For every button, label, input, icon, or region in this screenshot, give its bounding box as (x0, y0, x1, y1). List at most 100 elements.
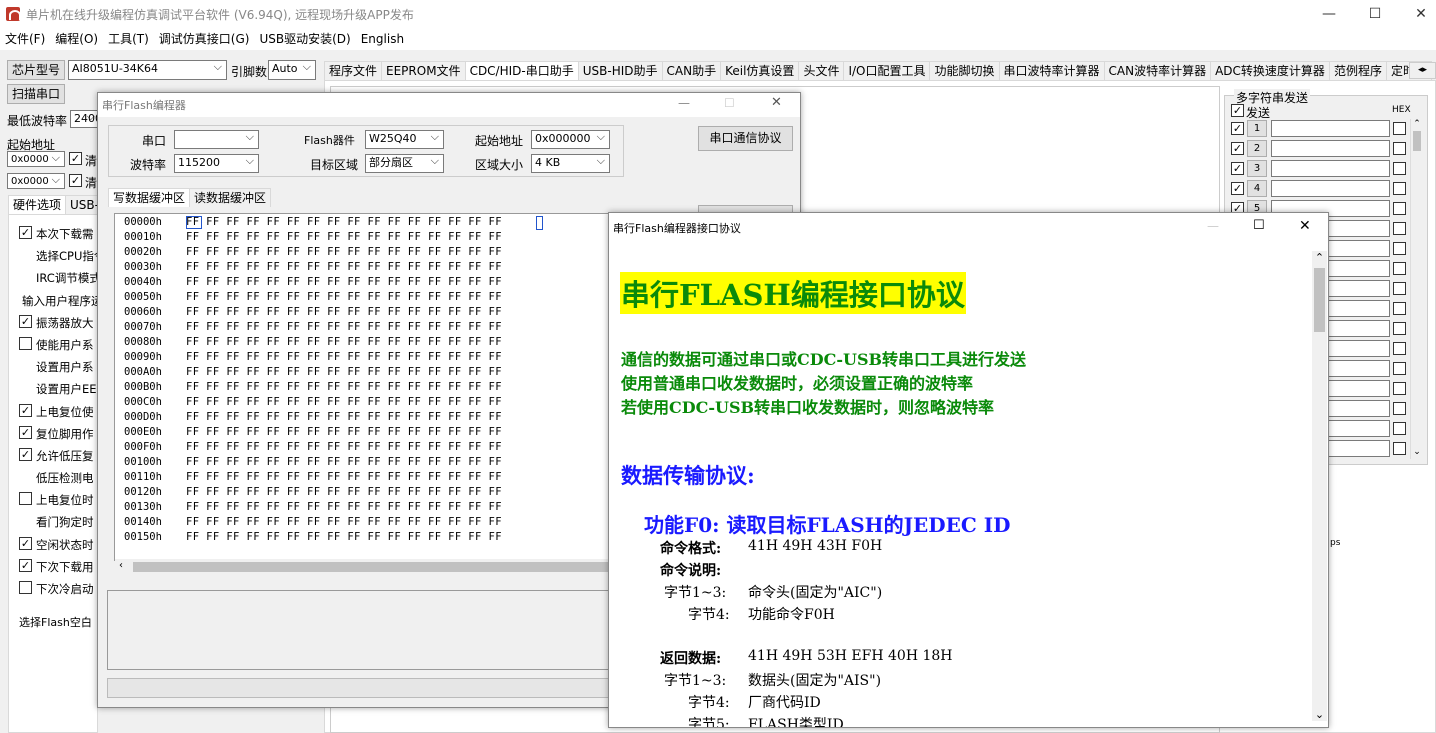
hex-bytes[interactable]: FF FF FF FF FF FF FF FF FF FF FF FF FF F… (186, 471, 502, 483)
hex-bytes[interactable]: FF FF FF FF FF FF FF FF FF FF FF FF FF F… (186, 246, 502, 258)
option-row[interactable]: 低压检测电 (18, 466, 98, 488)
send-row-hex-checkbox[interactable] (1393, 422, 1406, 435)
send-row-hex-checkbox[interactable] (1393, 362, 1406, 375)
option-checkbox[interactable]: ✓ (19, 403, 32, 417)
option-checkbox[interactable] (19, 336, 32, 350)
option-row[interactable]: ✓ 下次下载用 (18, 555, 98, 577)
target-area-select[interactable]: 部分扇区 (365, 154, 444, 173)
send-scrollbar[interactable]: ⌃ ⌄ (1410, 119, 1423, 459)
area-size-select[interactable]: 4 KB (531, 154, 610, 173)
option-row[interactable]: ✓ 本次下载需 (18, 222, 98, 244)
menu-program[interactable]: 编程(O) (50, 28, 103, 50)
send-row-hex-checkbox[interactable] (1393, 242, 1406, 255)
hex-bytes[interactable]: FF FF FF FF FF FF FF FF FF FF FF FF FF F… (186, 426, 502, 438)
option-row[interactable]: ✓ 上电复位使 (18, 400, 98, 422)
option-row[interactable]: 使能用户系 (18, 333, 98, 355)
send-row-hex-checkbox[interactable] (1393, 122, 1406, 135)
hex-bytes[interactable]: FF FF FF FF FF FF FF FF FF FF FF FF FF F… (186, 216, 502, 228)
option-row[interactable]: 下次冷启动 (18, 577, 98, 599)
tab-header[interactable]: 头文件 (798, 61, 845, 80)
tab-write-buffer[interactable]: 写数据缓冲区 (108, 188, 191, 207)
tab-eeprom-file[interactable]: EEPROM文件 (381, 61, 466, 80)
hex-bytes[interactable]: FF FF FF FF FF FF FF FF FF FF FF FF FF F… (186, 501, 502, 513)
send-all-checkbox[interactable]: ✓ (1231, 104, 1244, 117)
send-row-hex-checkbox[interactable] (1393, 282, 1406, 295)
hex-bytes[interactable]: FF FF FF FF FF FF FF FF FF FF FF FF FF F… (186, 486, 502, 498)
send-row-checkbox[interactable]: ✓ (1231, 142, 1244, 155)
menu-file[interactable]: 文件(F) (0, 28, 50, 50)
send-row-button[interactable]: 2 (1247, 140, 1267, 157)
tab-adc-calc[interactable]: ADC转换速度计算器 (1210, 61, 1330, 80)
send-row-hex-checkbox[interactable] (1393, 142, 1406, 155)
option-row[interactable]: 设置用户EE (18, 377, 98, 399)
hex-bytes[interactable]: FF FF FF FF FF FF FF FF FF FF FF FF FF F… (186, 276, 502, 288)
hex-bytes[interactable]: FF FF FF FF FF FF FF FF FF FF FF FF FF F… (186, 366, 502, 378)
hex-bytes[interactable]: FF FF FF FF FF FF FF FF FF FF FF FF FF F… (186, 531, 502, 543)
send-row-input[interactable] (1271, 120, 1390, 137)
start-address-input-1[interactable]: 0x0000 (7, 151, 65, 167)
hex-bytes[interactable]: FF FF FF FF FF FF FF FF FF FF FF FF FF F… (186, 516, 502, 528)
tab-hardware-options[interactable]: 硬件选项 (8, 195, 67, 214)
send-row-button[interactable]: 4 (1247, 180, 1267, 197)
send-row-input[interactable] (1271, 180, 1390, 197)
tab-pin-switch[interactable]: 功能脚切换 (929, 61, 1000, 80)
device-select[interactable]: W25Q40 (365, 130, 444, 149)
send-row-checkbox[interactable]: ✓ (1231, 122, 1244, 135)
flash-start-select[interactable]: 0x000000 (531, 130, 610, 149)
tab-usb-hid[interactable]: USB-HID助手 (577, 61, 663, 80)
option-checkbox[interactable] (19, 581, 32, 594)
maximize-icon[interactable]: ☐ (1352, 0, 1398, 28)
send-row-input[interactable] (1271, 140, 1390, 157)
hex-bytes[interactable]: FF FF FF FF FF FF FF FF FF FF FF FF FF F… (186, 231, 502, 243)
protocol-close-icon[interactable]: ✕ (1299, 218, 1311, 234)
hex-hscrollbar[interactable]: ‹ (115, 559, 613, 575)
option-row[interactable]: ✓ 复位脚用作 (18, 422, 98, 444)
send-row-hex-checkbox[interactable] (1393, 382, 1406, 395)
chip-type-select[interactable]: AI8051U-34K64 (68, 60, 227, 80)
option-checkbox[interactable]: ✓ (19, 226, 32, 239)
tab-can[interactable]: CAN助手 (661, 61, 722, 80)
send-row-button[interactable]: 1 (1247, 120, 1267, 137)
option-row[interactable]: 选择CPU指令 (18, 244, 98, 266)
option-checkbox[interactable] (19, 492, 32, 506)
chip-type-button[interactable]: 芯片型号 (7, 60, 65, 80)
scan-port-button[interactable]: 扫描串口 (7, 84, 65, 104)
tab-program-file[interactable]: 程序文件 (324, 61, 383, 80)
send-row-hex-checkbox[interactable] (1393, 162, 1406, 175)
send-row-hex-checkbox[interactable] (1393, 442, 1406, 455)
flash-close-icon[interactable]: ✕ (771, 95, 782, 110)
protocol-maximize-icon[interactable]: ☐ (1253, 218, 1265, 233)
close-icon[interactable]: ✕ (1398, 0, 1436, 28)
clear-checkbox-1[interactable]: ✓ (69, 152, 82, 165)
option-row[interactable]: ✓ 振荡器放大 (18, 311, 98, 333)
clear-checkbox-2[interactable]: ✓ (69, 174, 82, 187)
send-row-hex-checkbox[interactable] (1393, 302, 1406, 315)
pins-select[interactable]: Auto (268, 60, 316, 80)
menu-debug[interactable]: 调试仿真接口(G) (154, 28, 255, 50)
serial-protocol-button[interactable]: 串口通信协议 (698, 126, 793, 151)
send-row-hex-checkbox[interactable] (1393, 262, 1406, 275)
tab-examples[interactable]: 范例程序 (1328, 61, 1387, 80)
tab-read-buffer[interactable]: 读数据缓冲区 (189, 188, 272, 207)
send-row-hex-checkbox[interactable] (1393, 342, 1406, 355)
menu-tools[interactable]: 工具(T) (103, 28, 154, 50)
start-address-input-2[interactable]: 0x0000 (7, 173, 65, 189)
option-row[interactable]: 设置用户系 (18, 355, 98, 377)
option-checkbox[interactable]: ✓ (19, 425, 32, 439)
send-row-checkbox[interactable]: ✓ (1231, 182, 1244, 195)
baud-select[interactable]: 115200 (174, 154, 259, 173)
hex-bytes[interactable]: FF FF FF FF FF FF FF FF FF FF FF FF FF F… (186, 381, 502, 393)
protocol-vscrollbar[interactable]: ⌃ ⌄ (1312, 251, 1327, 721)
send-row-hex-checkbox[interactable] (1393, 202, 1406, 215)
send-row-button[interactable]: 3 (1247, 160, 1267, 177)
option-row[interactable]: 上电复位时 (18, 488, 98, 510)
tab-uart-baud-calc[interactable]: 串口波特率计算器 (998, 61, 1105, 80)
hex-bytes[interactable]: FF FF FF FF FF FF FF FF FF FF FF FF FF F… (186, 336, 502, 348)
minimize-icon[interactable]: — (1306, 0, 1352, 28)
option-row[interactable]: 看门狗定时 (18, 510, 98, 532)
send-row-hex-checkbox[interactable] (1393, 322, 1406, 335)
min-baud-select[interactable]: 2400 (70, 110, 100, 128)
send-row-input[interactable] (1271, 160, 1390, 177)
option-checkbox[interactable]: ✓ (19, 536, 32, 550)
send-row-checkbox[interactable]: ✓ (1231, 162, 1244, 175)
